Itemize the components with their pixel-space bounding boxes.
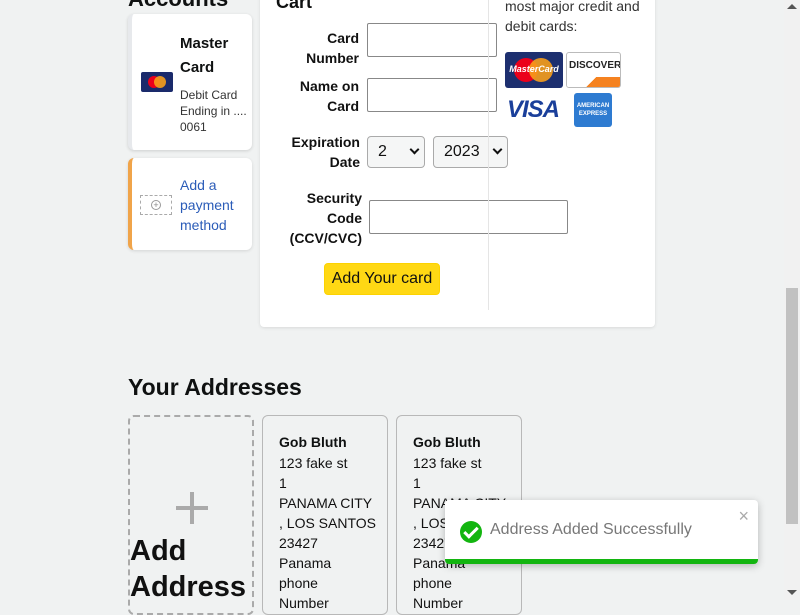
address-name: Gob Bluth [279,434,347,450]
card-number-input[interactable] [367,23,497,57]
check-circle-icon [460,521,482,543]
expiration-date-label: Expiration Date [291,134,360,170]
add-payment-method-link[interactable]: Add a payment method [180,175,250,235]
amex-logo-icon: AMERICAN EXPRESS [574,93,612,127]
visa-logo-text: VISA [507,96,560,123]
addresses-heading: Your Addresses [128,374,302,400]
success-toast: Address Added Successfully × [445,500,758,564]
saved-card-tile[interactable]: Master Card Debit Card Ending in .... 00… [128,14,252,150]
address-name: Gob Bluth [413,434,481,450]
visa-logo-icon: VISA [505,94,563,126]
saved-card-description: Debit Card Ending in .... 0061 [180,88,247,134]
mastercard-logo-text: MasterCard [509,64,559,74]
name-on-card-input[interactable] [367,78,497,112]
mastercard-icon [141,72,173,92]
add-payment-method-tile[interactable]: + Add a payment method [128,158,252,250]
accepted-cards-text: most major credit and debit cards: [505,0,640,34]
add-address-label: Add Address [130,535,247,603]
mastercard-logo-icon: MasterCard [505,52,563,88]
add-your-card-button[interactable]: Add Your card [324,263,440,295]
toast-progress-bar [445,559,758,564]
scroll-down-arrow-icon[interactable] [787,590,797,595]
name-on-card-label: Name on Card [299,78,359,114]
payments-heading: Accounts [128,0,228,12]
saved-card-name: Master Card [180,35,229,76]
scroll-up-arrow-icon[interactable] [787,4,797,9]
exp-month-value: 2 [378,143,387,160]
close-icon[interactable]: × [738,506,749,527]
add-address-tile[interactable]: Add Address [128,415,254,615]
add-card-icon: + [140,195,172,215]
amex-logo-text: AMERICAN EXPRESS [576,103,610,117]
toast-message: Address Added Successfully [490,521,692,538]
plus-icon-vertical [190,492,194,524]
exp-year-value: 2023 [444,143,480,160]
chevron-down-icon [492,144,503,155]
form-title: Cart [276,0,313,12]
security-code-label: Security Code (CCV/CVC) [289,190,362,246]
scrollbar-thumb[interactable] [786,288,798,524]
exp-year-select[interactable]: 2023 [433,136,508,168]
divider [488,0,489,310]
exp-month-select[interactable]: 2 [367,136,425,168]
address-lines: 123 fake st 1 PANAMA CITY , LOS SANTOS 2… [279,455,376,611]
address-card[interactable]: Gob Bluth 123 fake st 1 PANAMA CITY , LO… [262,415,388,615]
card-number-label: Card Number [306,30,359,66]
discover-logo-text: DISCOVER [569,60,621,71]
discover-logo-icon: DISCOVER [566,52,621,88]
chevron-down-icon [409,144,420,155]
security-code-input[interactable] [369,200,568,234]
